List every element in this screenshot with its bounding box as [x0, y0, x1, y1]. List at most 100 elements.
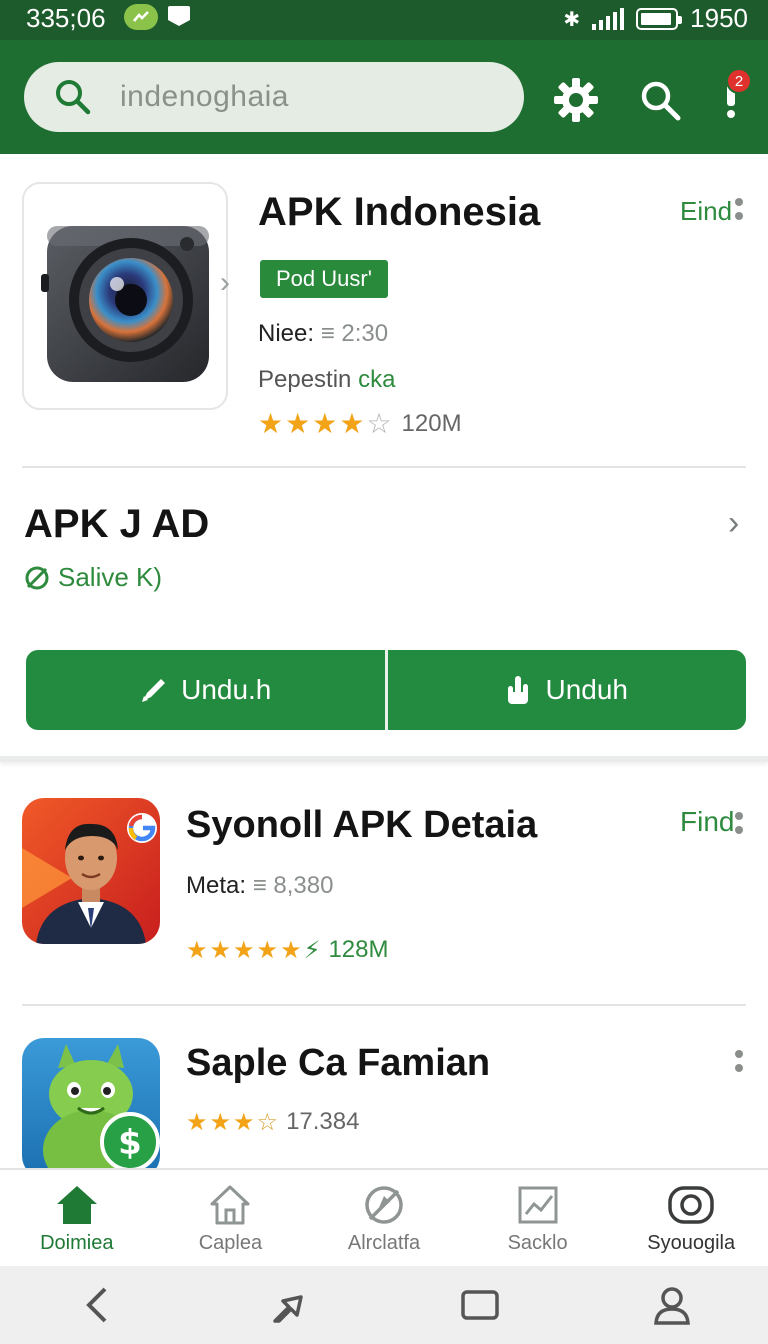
system-navigation-bar [0, 1266, 768, 1344]
more-options-icon[interactable] [734, 198, 744, 220]
gear-icon[interactable] [552, 76, 600, 124]
star-icon: ★ [186, 1108, 208, 1136]
rating-stars: ★ ★ ★ ★ ★ ⚡ [186, 936, 320, 964]
camera-icon [41, 226, 209, 382]
download-buttons: Undu.h Unduh [26, 650, 746, 730]
app-publisher: Pepestin cka [258, 366, 395, 394]
chevron-right-icon[interactable]: › [220, 266, 230, 300]
publisher-name: Pepestin [258, 366, 352, 393]
app-title[interactable]: APK Indonesia [258, 190, 540, 235]
meta-value: ≡ 8,380 [252, 872, 334, 899]
rating-stars: ★ ★ ★ ★ ☆ [258, 410, 392, 438]
divider [22, 1004, 746, 1006]
more-options-icon[interactable] [734, 812, 744, 834]
alert-icon[interactable]: 2 [716, 68, 752, 124]
star-icon: ★ [186, 936, 208, 964]
leaf-icon [25, 566, 49, 589]
share-icon[interactable] [258, 1275, 318, 1335]
nav-label: Caplea [198, 1232, 263, 1254]
nav-item-home[interactable]: Doimiea [0, 1170, 154, 1266]
meta-label: Meta: [186, 872, 247, 899]
download-button-secondary[interactable]: Unduh [384, 650, 746, 730]
search-icon [54, 78, 92, 116]
nav-label: Doimiea [40, 1232, 114, 1254]
nav-label: Alrclatfa [347, 1232, 421, 1254]
battery-icon [636, 7, 683, 30]
status-app-icon [124, 4, 158, 30]
more-options-icon[interactable] [734, 1050, 744, 1072]
featured-app-card[interactable]: › APK Indonesia Eind Pod Uusr' Niee: ≡ 2… [0, 154, 768, 762]
search-input[interactable]: indenoghaia [24, 62, 524, 132]
star-half-icon: ⚡ [303, 936, 321, 964]
star-empty-icon: ☆ [366, 407, 392, 440]
rating-stars: ★ ★ ★ ☆ [186, 1108, 278, 1136]
hand-icon [508, 676, 529, 704]
download-label: Undu.h [181, 674, 272, 705]
app-rating: ★ ★ ★ ★ ★ ⚡ 128M [186, 936, 388, 964]
download-count: 17.384 [286, 1108, 360, 1135]
search-placeholder: indenoghaia [120, 80, 289, 113]
recents-icon[interactable] [450, 1275, 510, 1335]
android-money-icon[interactable]: $ [22, 1038, 160, 1168]
camera-icon [668, 1186, 714, 1224]
notification-badge: 2 [726, 68, 752, 94]
star-icon: ★ [209, 1108, 232, 1136]
chevron-right-icon[interactable]: › [728, 504, 739, 543]
person-portrait-icon[interactable] [22, 798, 160, 944]
list-item[interactable]: Syonoll APK Detaia Find Meta: ≡ 8,380 ★ … [0, 770, 768, 1006]
save-status-label: Salive K) [58, 562, 163, 592]
star-icon: ★ [258, 407, 284, 440]
nav-label: Syouogila [647, 1232, 736, 1254]
star-half-icon: ☆ [256, 1108, 279, 1136]
app-meta: Meta: ≡ 8,380 [186, 872, 333, 900]
meta-value: ≡ 2:30 [320, 320, 389, 347]
pencil-icon [142, 679, 166, 702]
status-bar: 335;06 ✱ 1950 [0, 0, 768, 40]
status-number: 1950 [690, 3, 748, 33]
profile-icon[interactable] [642, 1275, 702, 1335]
star-icon: ★ [256, 936, 279, 964]
signal-icon [592, 7, 625, 30]
star-icon: ★ [280, 936, 302, 964]
list-item[interactable]: $ Saple Ca Famian ★ ★ ★ ☆ 17.384 [0, 1008, 768, 1168]
download-count: 128M [328, 936, 389, 963]
chart-icon [518, 1186, 558, 1224]
nav-item-sacklo[interactable]: Sacklo [461, 1170, 615, 1266]
star-icon: ★ [233, 1108, 255, 1136]
download-label: Unduh [545, 674, 628, 705]
app-meta: Niee: ≡ 2:30 [258, 320, 388, 348]
star-icon: ★ [312, 407, 338, 440]
home-icon [56, 1186, 97, 1224]
publisher-link[interactable]: cka [358, 366, 395, 393]
download-button-primary[interactable]: Undu.h [26, 650, 385, 730]
back-icon[interactable] [66, 1275, 126, 1335]
status-time: 335;06 [26, 3, 106, 33]
nav-item-caplea[interactable]: Caplea [154, 1170, 308, 1266]
notification-icon [168, 6, 190, 26]
find-link[interactable]: Eind [680, 196, 732, 227]
star-icon: ★ [233, 936, 255, 964]
download-count: 120M [401, 410, 462, 437]
find-link[interactable]: Find [680, 806, 734, 838]
search-icon[interactable] [636, 76, 684, 124]
star-icon: ★ [285, 407, 311, 440]
bluetooth-icon: ✱ [563, 6, 581, 31]
save-status: Salive K) [24, 562, 162, 593]
section-title[interactable]: APK J AD [24, 502, 209, 547]
nav-label: Sacklo [507, 1232, 568, 1254]
app-title[interactable]: Saple Ca Famian [186, 1042, 490, 1085]
compass-icon [365, 1186, 403, 1224]
meta-label: Niee: [258, 320, 315, 347]
app-title[interactable]: Syonoll APK Detaia [186, 804, 537, 847]
svg-text:$: $ [118, 1123, 142, 1163]
app-tag-badge[interactable]: Pod Uusr' [260, 260, 388, 298]
divider [22, 466, 746, 468]
app-icon-camera[interactable] [22, 182, 228, 410]
star-icon: ★ [339, 407, 365, 440]
nav-item-syouogila[interactable]: Syouogila [614, 1170, 768, 1266]
app-rating: ★ ★ ★ ★ ☆ 120M [258, 410, 462, 438]
nav-item-alrclatfa[interactable]: Alrclatfa [307, 1170, 461, 1266]
star-icon: ★ [209, 936, 232, 964]
bottom-navigation: Doimiea Caplea Alrclatfa Sacklo Syouogil… [0, 1168, 768, 1266]
app-header: indenoghaia 2 [0, 40, 768, 154]
